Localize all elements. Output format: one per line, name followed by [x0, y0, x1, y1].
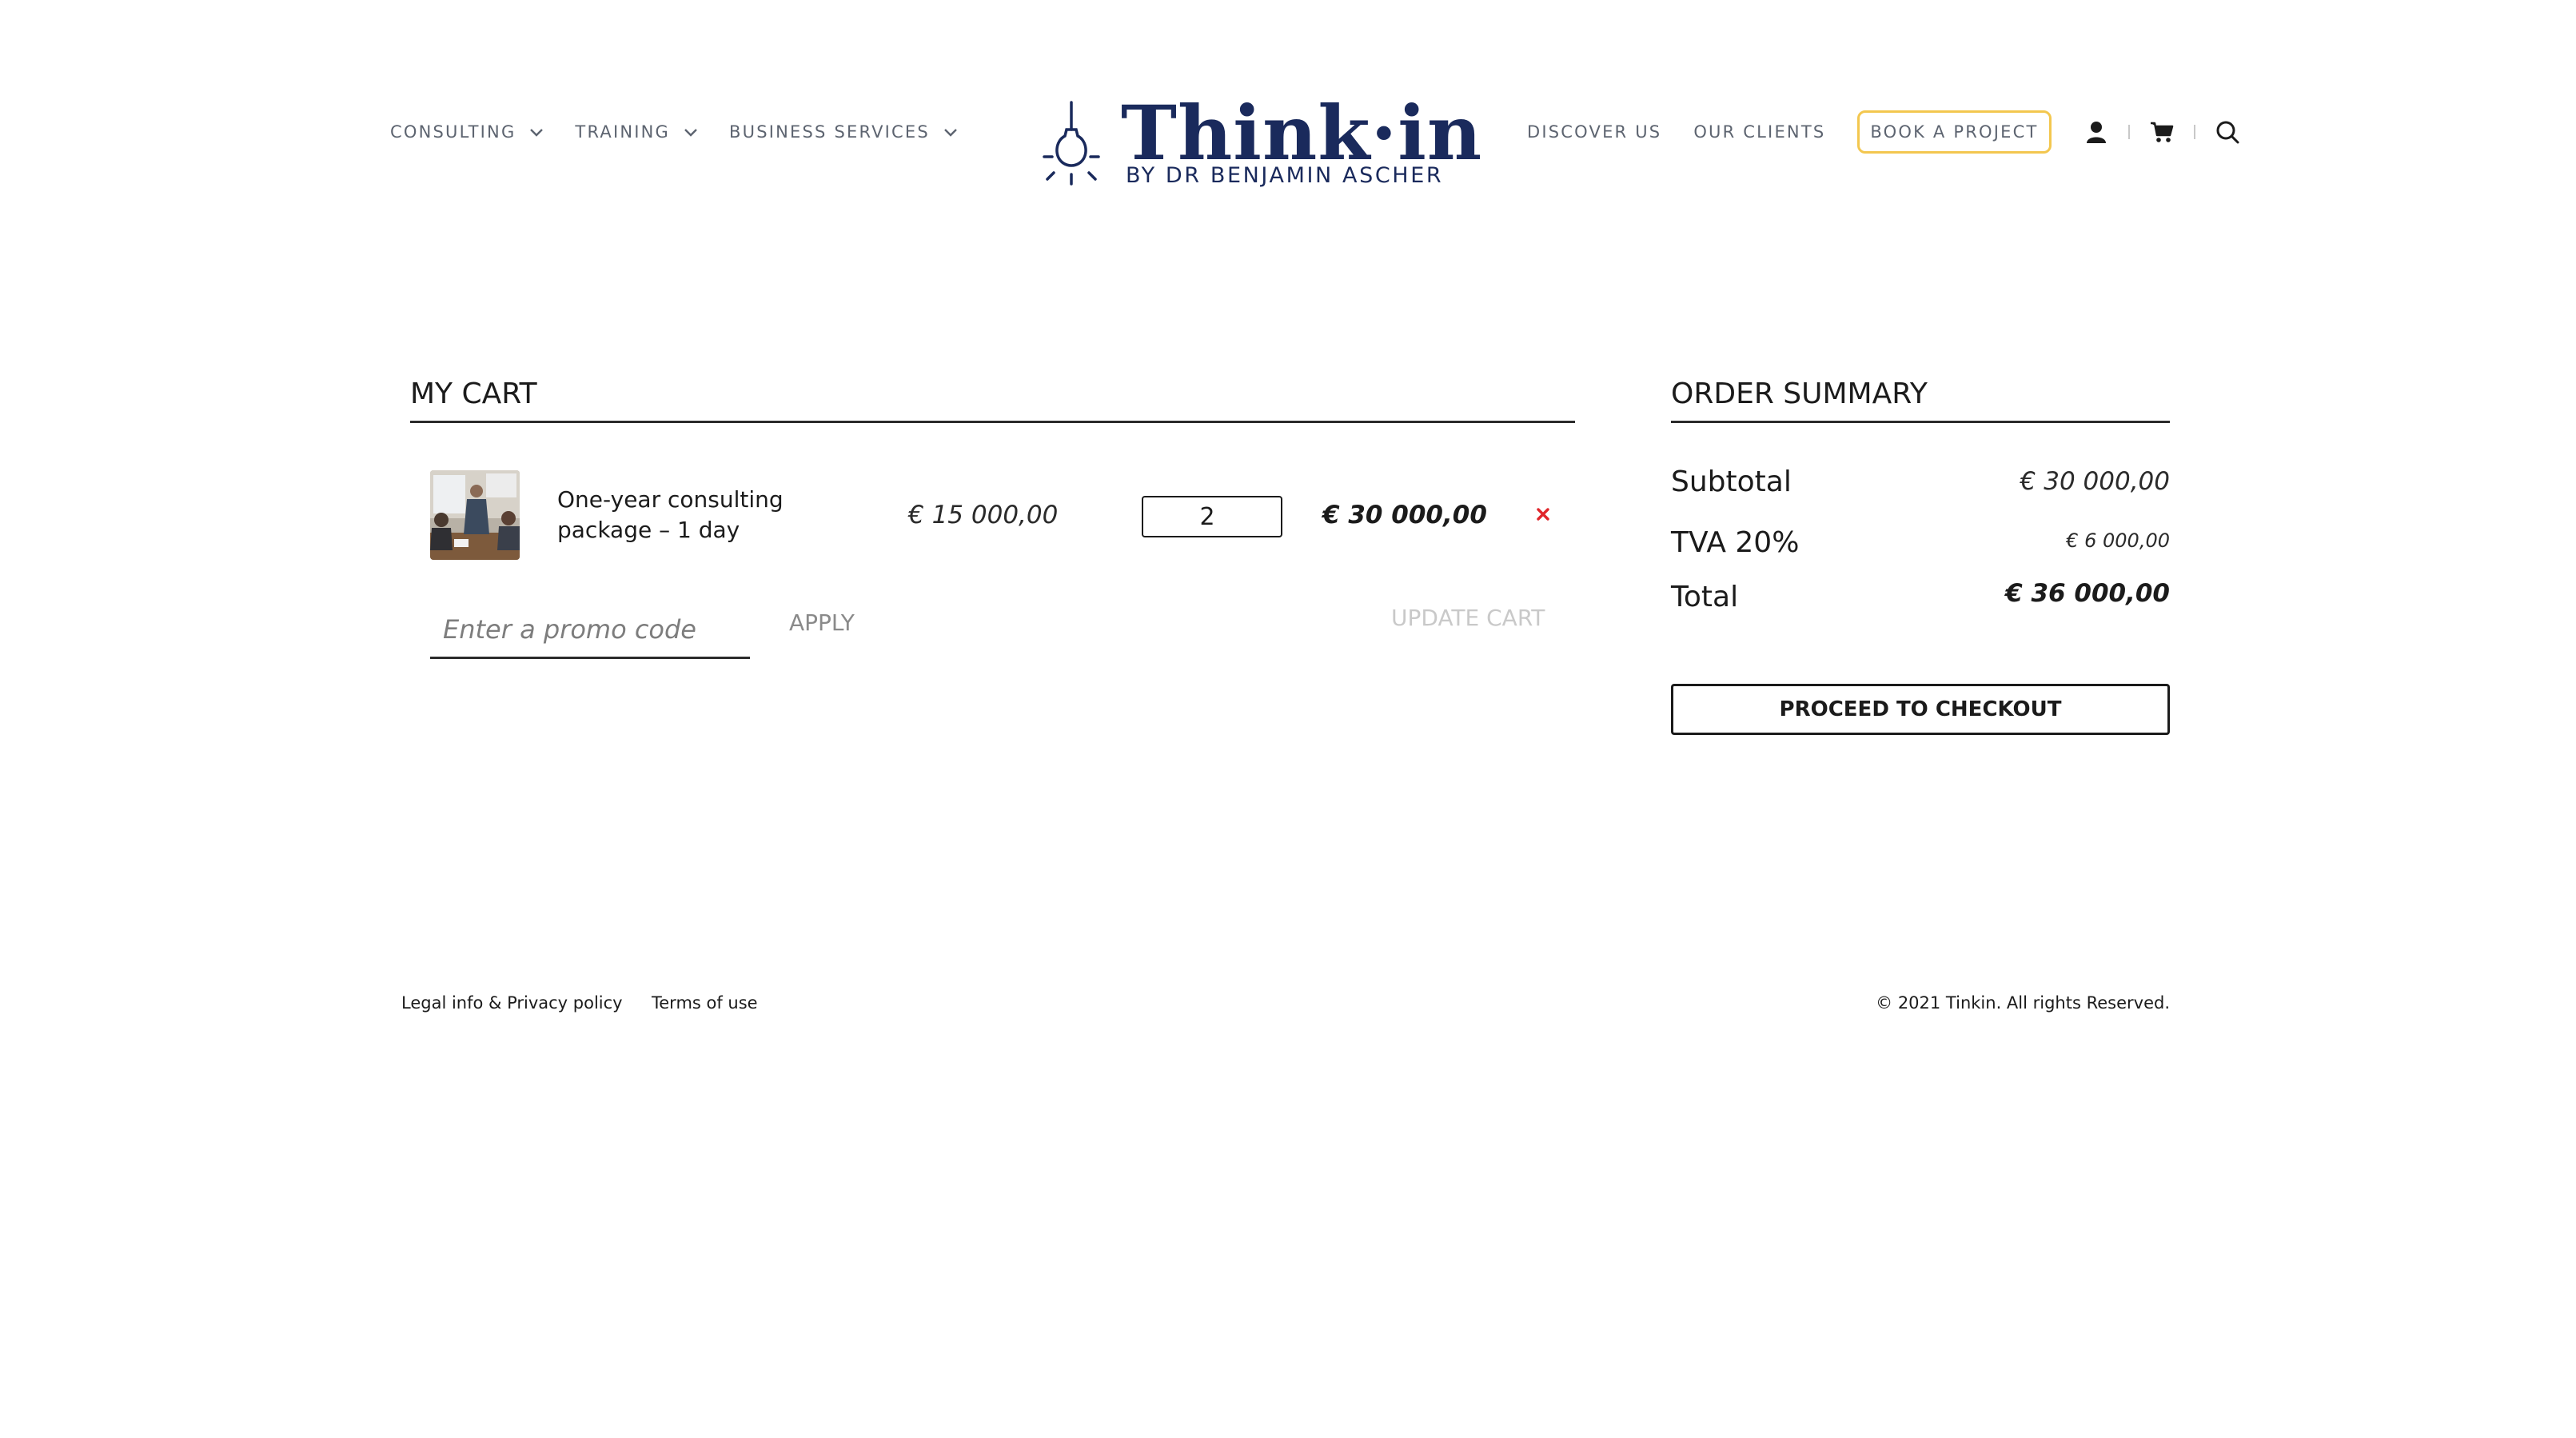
user-icon[interactable] [2082, 118, 2111, 146]
chevron-down-icon [683, 124, 699, 140]
icon-divider [2193, 125, 2195, 139]
nav-our-clients[interactable]: OUR CLIENTS [1693, 122, 1825, 142]
main-nav-right: DISCOVER US OUR CLIENTS BOOK A PROJECT [1527, 110, 2242, 154]
nav-consulting[interactable]: CONSULTING [390, 122, 544, 142]
copyright-text: © 2021 Tinkin. All rights Reserved. [1876, 993, 2170, 1013]
unit-price: € 15 000,00 [908, 501, 1059, 529]
proceed-to-checkout-button[interactable]: PROCEED TO CHECKOUT [1671, 684, 2170, 735]
total-row: Total € 36 000,00 [1671, 579, 2170, 619]
summary-title-divider [1671, 421, 2170, 423]
search-icon[interactable] [2213, 118, 2242, 146]
subtotal-label: Subtotal [1671, 465, 1792, 498]
lightbulb-icon [1038, 101, 1105, 193]
summary-title: ORDER SUMMARY [1671, 377, 1928, 410]
chevron-down-icon [943, 124, 959, 140]
total-value: € 36 000,00 [2005, 579, 2170, 608]
cart-title-divider [410, 421, 1575, 423]
product-thumbnail[interactable] [430, 470, 520, 560]
cart-title: MY CART [410, 377, 537, 410]
update-cart-button[interactable]: UPDATE CART [1391, 605, 1545, 631]
icon-divider [2127, 125, 2130, 139]
tax-row: TVA 20% € 6 000,00 [1671, 525, 2170, 565]
site-logo[interactable]: Think·in BY DR BENJAMIN ASCHER [1038, 90, 1481, 194]
close-icon[interactable] [1532, 503, 1554, 525]
subtotal-value: € 30 000,00 [2020, 467, 2170, 496]
product-name[interactable]: One-year consulting package – 1 day [557, 485, 821, 545]
nav-business-services-label: BUSINESS SERVICES [729, 122, 930, 142]
nav-training[interactable]: TRAINING [575, 122, 699, 142]
nav-training-label: TRAINING [575, 122, 671, 142]
line-total: € 30 000,00 [1322, 501, 1487, 529]
tax-value: € 6 000,00 [2066, 529, 2170, 552]
tax-label: TVA 20% [1671, 526, 1800, 559]
nav-business-services[interactable]: BUSINESS SERVICES [729, 122, 959, 142]
logo-subtitle: BY DR BENJAMIN ASCHER [1126, 163, 1444, 188]
book-project-button[interactable]: BOOK A PROJECT [1857, 110, 2052, 154]
promo-code-input[interactable] [430, 601, 750, 659]
nav-discover-us[interactable]: DISCOVER US [1527, 122, 1661, 142]
footer-terms-link[interactable]: Terms of use [652, 993, 758, 1013]
quantity-input[interactable] [1142, 496, 1282, 537]
cart-icon[interactable] [2147, 118, 2176, 146]
total-label: Total [1671, 581, 1739, 613]
main-nav-left: CONSULTING TRAINING BUSINESS SERVICES [390, 112, 989, 152]
chevron-down-icon [528, 124, 544, 140]
nav-consulting-label: CONSULTING [390, 122, 516, 142]
subtotal-row: Subtotal € 30 000,00 [1671, 464, 2170, 504]
apply-promo-button[interactable]: APPLY [789, 609, 855, 636]
footer-legal-link[interactable]: Legal info & Privacy policy [401, 993, 623, 1013]
